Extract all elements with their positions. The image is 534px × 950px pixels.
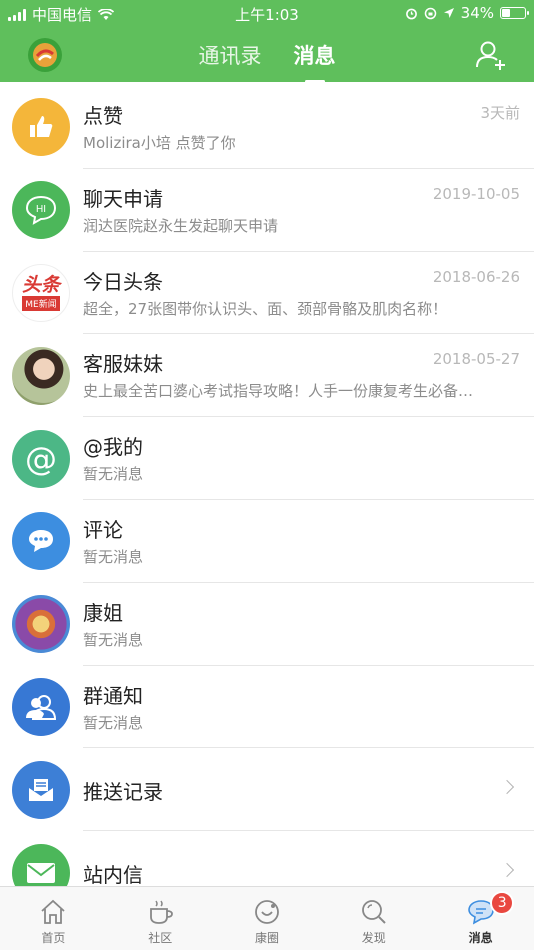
message-list: 点赞 3天前 Molizira小培 点赞了你 HI 聊天申请 2019-10-0…: [0, 86, 534, 914]
item-subtitle: 暂无消息: [83, 713, 144, 732]
item-title: 推送记录: [83, 780, 163, 805]
item-title: 聊天申请: [83, 186, 163, 211]
at-icon: @: [12, 429, 70, 488]
item-title: 评论: [83, 517, 123, 542]
item-subtitle: 暂无消息: [83, 630, 144, 649]
toutiao-logo: 头条 ME新闻: [12, 263, 70, 322]
item-subtitle: 润达医院赵永生发起聊天申请: [83, 216, 279, 235]
svg-text:HI: HI: [36, 204, 46, 215]
comment-icon: [12, 512, 70, 571]
nav-discover[interactable]: 发现: [320, 887, 427, 950]
nav-label: 社区: [148, 931, 173, 945]
circle-icon: [255, 900, 279, 924]
list-item-group-notice[interactable]: 群通知 暂无消息: [0, 666, 534, 749]
item-title: 站内信: [83, 863, 143, 888]
list-item-chat-request[interactable]: HI 聊天申请 2019-10-05 润达医院赵永生发起聊天申请: [0, 169, 534, 252]
nav-home[interactable]: 首页: [0, 887, 107, 950]
home-icon: [41, 899, 65, 924]
list-item-customer-service[interactable]: 客服妹妹 2018-05-27 史上最全苦口婆心考试指导攻略！人手一份康复考生必…: [0, 334, 534, 418]
list-item-kangjie[interactable]: 康姐 暂无消息: [0, 583, 534, 666]
item-title: 点赞: [83, 104, 123, 128]
item-title: 客服妹妹: [83, 352, 163, 377]
unread-badge: 3: [490, 891, 515, 915]
nav-label: 发现: [361, 931, 386, 945]
nav-community[interactable]: 社区: [107, 887, 214, 950]
kangjie-avatar: [12, 595, 70, 654]
nav-label: 消息: [468, 931, 493, 945]
rotation-lock-icon: [424, 7, 436, 19]
user-photo-avatar: [12, 346, 70, 405]
chat-hi-icon: HI: [12, 181, 70, 240]
nav-circle[interactable]: 康圈: [214, 887, 321, 950]
item-title: 群通知: [83, 683, 143, 708]
list-item-toutiao[interactable]: 头条 ME新闻 今日头条 2018-06-26 超全，27张图带你认识头、面、颈…: [0, 252, 534, 335]
status-bar: 中国电信 上午1:03 34%: [0, 0, 534, 26]
app-header: 中国电信 上午1:03 34% 通讯录 消息: [0, 0, 534, 82]
nav-messages[interactable]: 消息 3: [427, 887, 534, 950]
group-icon: [12, 677, 70, 736]
item-time: 2018-05-27: [432, 350, 520, 369]
chevron-right-icon: [499, 780, 515, 795]
list-item-push-records[interactable]: 推送记录: [0, 748, 534, 832]
item-subtitle: 史上最全苦口婆心考试指导攻略！人手一份康复考生必备…: [83, 382, 474, 401]
search-icon: [361, 900, 386, 924]
item-subtitle: 暂无消息: [83, 465, 144, 484]
tab-contacts[interactable]: 通讯录: [197, 40, 264, 70]
item-subtitle: 暂无消息: [83, 547, 144, 566]
item-title: 今日头条: [83, 269, 163, 294]
item-subtitle: Molizira小培 点赞了你: [83, 134, 236, 152]
alarm-icon: [405, 8, 417, 19]
push-record-icon: [12, 760, 70, 819]
battery-icon: [500, 7, 529, 19]
nav-label: 首页: [41, 931, 66, 945]
list-item-comments[interactable]: 评论 暂无消息: [0, 500, 534, 583]
chevron-right-icon: [499, 863, 515, 878]
location-icon: [443, 8, 454, 18]
bottom-nav: 首页 社区 康圈 发现 消息 3: [0, 886, 534, 950]
item-time: 2019-10-05: [432, 184, 520, 203]
battery-percent: 34%: [460, 4, 494, 22]
item-title: 康姐: [83, 600, 123, 625]
item-subtitle: 超全，27张图带你认识头、面、颈部骨骼及肌肉名称！: [83, 299, 448, 318]
item-time: 3天前: [480, 104, 520, 122]
list-item-likes[interactable]: 点赞 3天前 Molizira小培 点赞了你: [0, 86, 534, 169]
cup-icon: [150, 900, 174, 924]
item-time: 2018-06-26: [432, 267, 520, 286]
header-tabs: 通讯录 消息: [0, 40, 534, 70]
list-item-mentions[interactable]: @ @我的 暂无消息: [0, 417, 534, 500]
tab-messages[interactable]: 消息: [292, 40, 338, 70]
thumbs-up-icon: [12, 98, 70, 157]
item-title: @我的: [83, 435, 143, 460]
add-contact-icon[interactable]: [474, 38, 508, 72]
nav-label: 康圈: [254, 931, 279, 945]
